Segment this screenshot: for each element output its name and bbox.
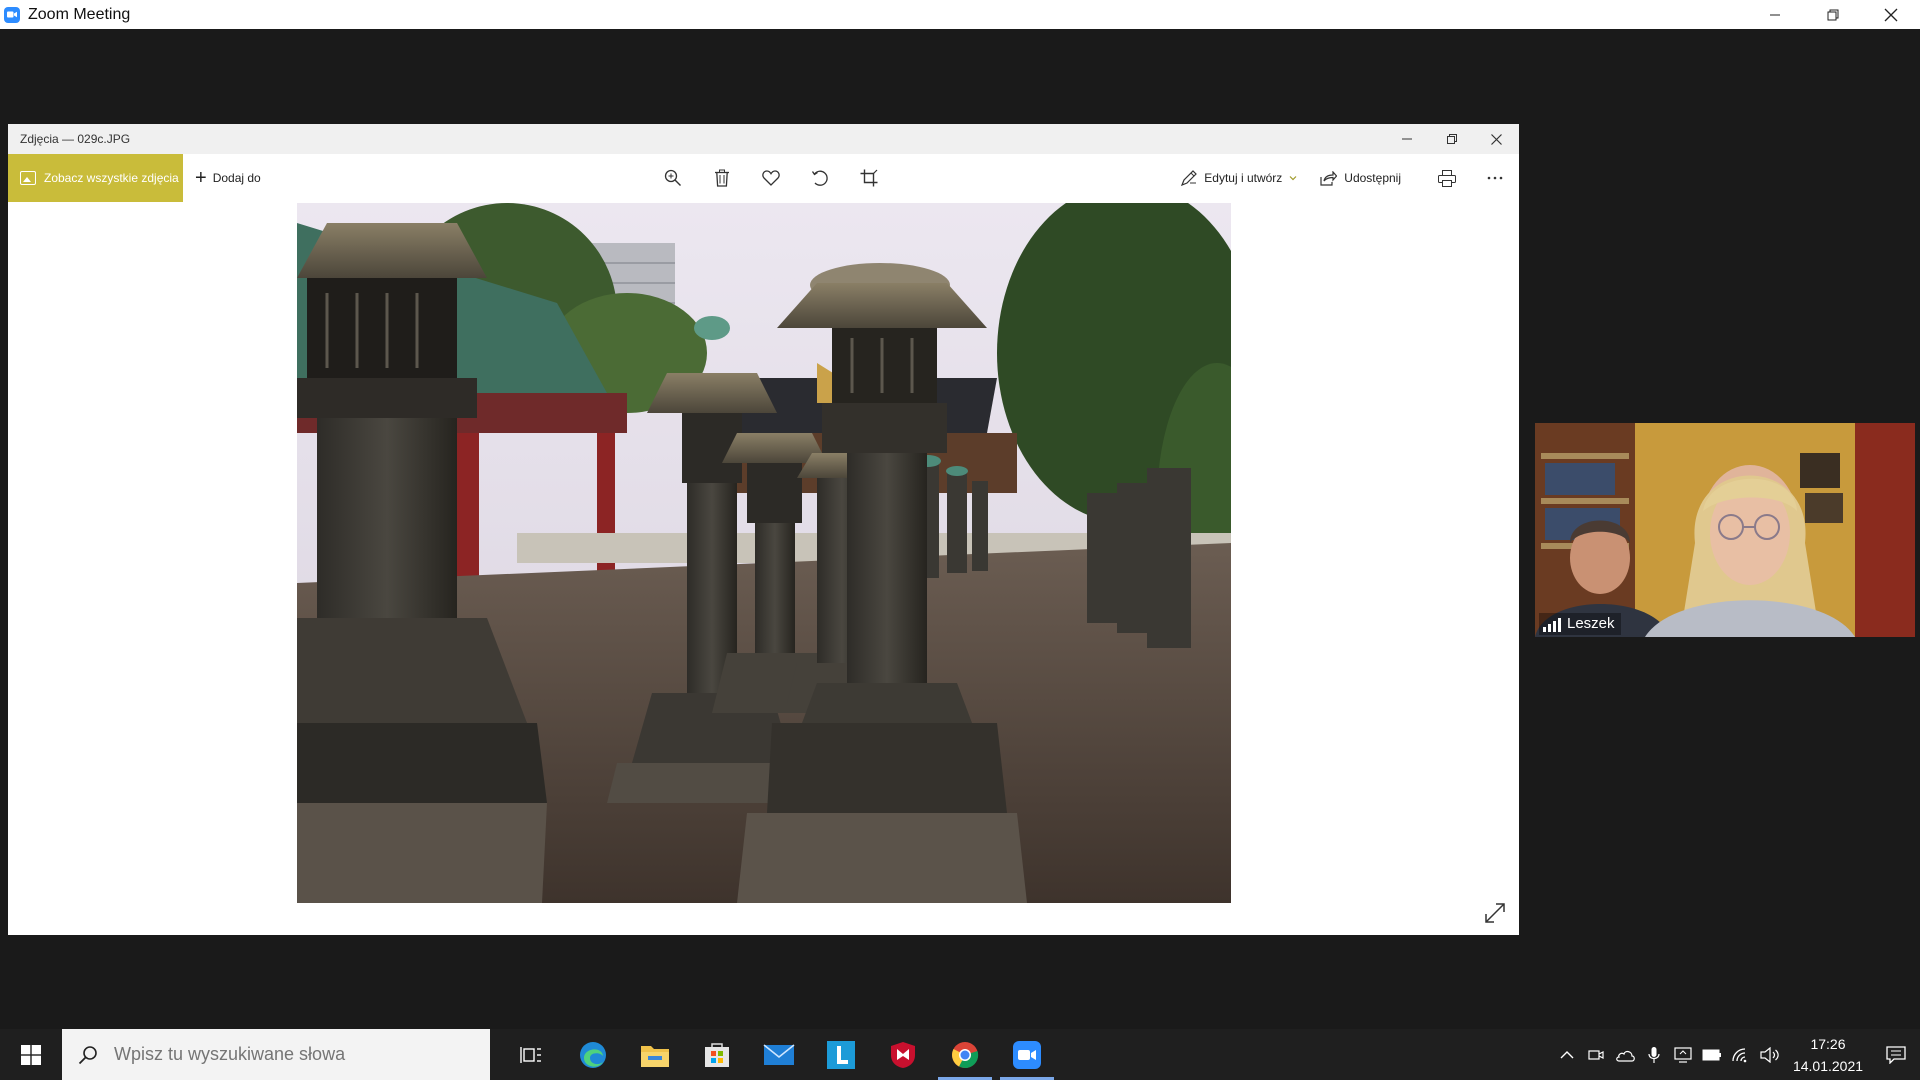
photos-restore-button[interactable] (1429, 124, 1474, 154)
see-all-photos-label: Zobacz wszystkie zdjęcia (44, 171, 179, 185)
taskbar-clock[interactable]: 17:26 14.01.2021 (1784, 1033, 1872, 1077)
notification-icon (1886, 1045, 1906, 1064)
tray-display-button[interactable] (1668, 1029, 1697, 1080)
photos-title: Zdjęcia — 029c.JPG (20, 132, 131, 146)
tray-onedrive-button[interactable] (1610, 1029, 1639, 1080)
participant-name: Leszek (1567, 615, 1615, 632)
share-icon (1320, 170, 1338, 186)
search-input[interactable] (112, 1043, 476, 1066)
plus-icon: + (195, 167, 207, 189)
taskbar-app-store[interactable] (686, 1029, 748, 1080)
tray-network-button[interactable] (1726, 1029, 1755, 1080)
action-center-button[interactable] (1872, 1029, 1920, 1080)
add-to-label: Dodaj do (212, 171, 261, 185)
photos-window: Zdjęcia — 029c.JPG Zobacz wszystkie zdję… (8, 124, 1519, 935)
chevron-down-icon (1289, 176, 1297, 181)
print-button[interactable] (1423, 154, 1471, 202)
edge-icon (580, 1041, 606, 1068)
share-label: Udostępnij (1344, 171, 1401, 185)
photo-gallery-icon (20, 171, 36, 185)
display-icon (1673, 1046, 1692, 1063)
tray-volume-button[interactable] (1755, 1029, 1784, 1080)
crop-icon (860, 169, 877, 187)
windows-logo-icon (21, 1044, 41, 1065)
window-title: Zoom Meeting (28, 5, 131, 23)
battery-icon (1702, 1049, 1721, 1060)
delete-button[interactable] (697, 154, 746, 202)
meet-now-icon (1587, 1049, 1604, 1060)
photos-titlebar: Zdjęcia — 029c.JPG (8, 124, 1519, 154)
tray-microphone-button[interactable] (1639, 1029, 1668, 1080)
start-button[interactable] (0, 1029, 62, 1080)
chrome-icon (952, 1041, 979, 1068)
speaker-icon (1759, 1046, 1779, 1063)
clock-date: 14.01.2021 (1792, 1057, 1864, 1074)
add-to-button[interactable]: + Dodaj do (195, 168, 261, 188)
zoom-in-button[interactable] (648, 154, 697, 202)
rotate-button[interactable] (795, 154, 844, 202)
favorite-icon (761, 170, 780, 186)
expand-icon[interactable] (1483, 901, 1507, 925)
taskbar-app-mail[interactable] (748, 1029, 810, 1080)
participant-video-tile[interactable]: Leszek (1535, 423, 1915, 637)
taskbar-app-zoom[interactable] (996, 1029, 1058, 1080)
taskbar-app-file-explorer[interactable] (624, 1029, 686, 1080)
taskbar-app-edge[interactable] (562, 1029, 624, 1080)
more-icon (1487, 176, 1503, 180)
taskbar-search[interactable] (62, 1029, 490, 1080)
zoom-titlebar: Zoom Meeting (0, 0, 1920, 29)
participant-name-tag: Leszek (1539, 613, 1621, 635)
share-button[interactable]: Udostępnij (1320, 170, 1401, 186)
zoom-app-icon (1013, 1040, 1041, 1069)
tray-meet-now-button[interactable] (1581, 1029, 1610, 1080)
l-app-icon (827, 1040, 855, 1069)
mail-icon (763, 1043, 795, 1065)
task-view-button[interactable] (500, 1029, 562, 1080)
signal-strength-icon (1543, 618, 1561, 632)
see-all-photos-button[interactable]: Zobacz wszystkie zdjęcia (8, 154, 183, 202)
taskbar: 17:26 14.01.2021 (0, 1029, 1920, 1080)
delete-icon (714, 169, 729, 187)
chevron-up-icon (1560, 1050, 1573, 1058)
print-icon (1438, 169, 1456, 187)
photo-image (297, 203, 1231, 903)
search-icon (78, 1045, 97, 1064)
photos-toolbar: Zobacz wszystkie zdjęcia + Dodaj do Edyt… (8, 154, 1519, 202)
more-options-button[interactable] (1471, 154, 1519, 202)
photos-close-button[interactable] (1474, 124, 1519, 154)
onedrive-cloud-icon (1615, 1050, 1635, 1062)
favorite-button[interactable] (746, 154, 795, 202)
taskbar-app-chrome[interactable] (934, 1029, 996, 1080)
photos-minimize-button[interactable] (1384, 124, 1429, 154)
minimize-button[interactable] (1746, 0, 1804, 29)
system-tray: 17:26 14.01.2021 (1552, 1029, 1920, 1080)
rotate-icon (811, 170, 828, 186)
microphone-icon (1647, 1046, 1660, 1063)
close-button[interactable] (1862, 0, 1920, 29)
crop-button[interactable] (844, 154, 893, 202)
task-view-icon (520, 1046, 541, 1063)
clock-time: 17:26 (1810, 1035, 1846, 1052)
taskbar-app-mcafee[interactable] (872, 1029, 934, 1080)
show-hidden-icons-button[interactable] (1552, 1029, 1581, 1080)
zoom-in-icon (664, 169, 681, 186)
store-icon (705, 1042, 729, 1067)
edit-icon (1181, 170, 1198, 186)
taskbar-app-l[interactable] (810, 1029, 872, 1080)
mcafee-shield-icon (891, 1041, 915, 1068)
edit-create-label: Edytuj i utwórz (1204, 171, 1283, 185)
restore-button[interactable] (1804, 0, 1862, 29)
folder-icon (641, 1045, 669, 1067)
edit-create-button[interactable]: Edytuj i utwórz (1181, 170, 1298, 186)
zoom-logo-icon (4, 6, 20, 23)
wifi-icon (1731, 1047, 1746, 1062)
tray-battery-button[interactable] (1697, 1029, 1726, 1080)
